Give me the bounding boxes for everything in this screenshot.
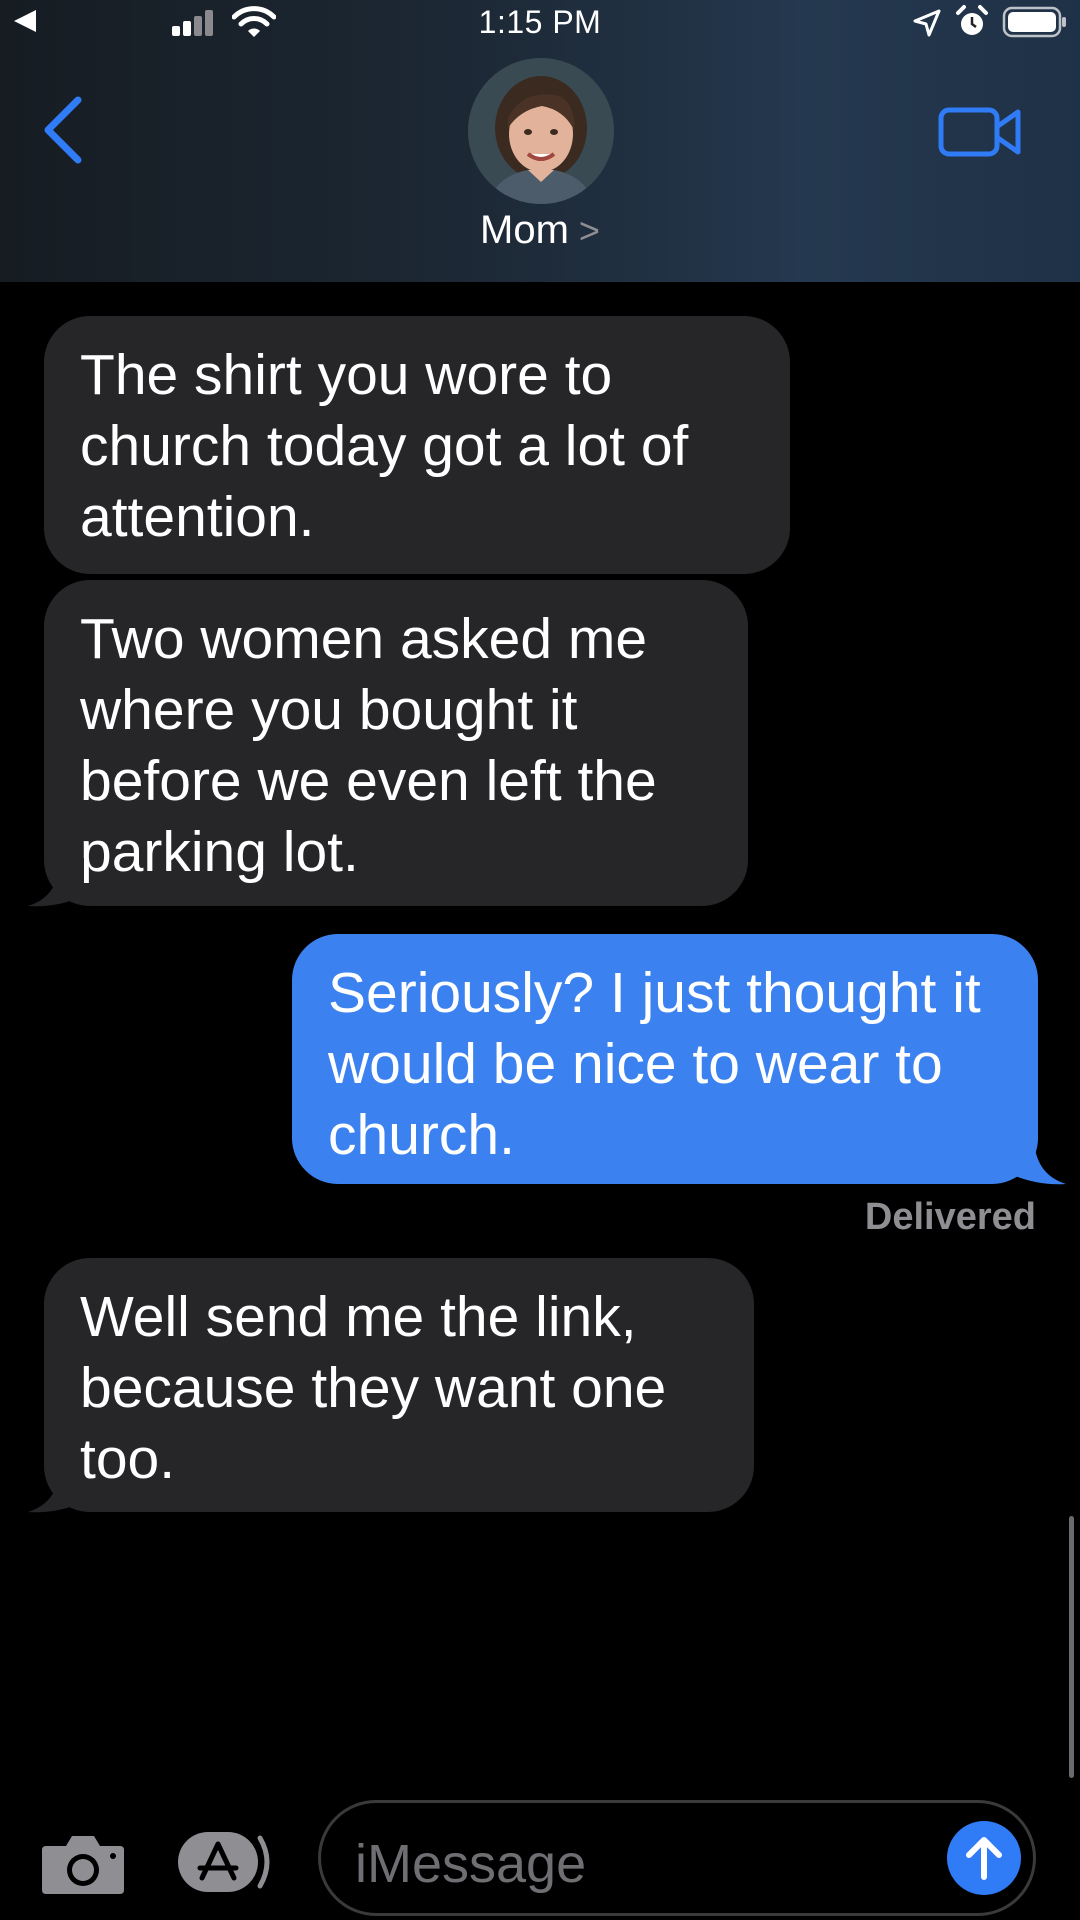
- avatar[interactable]: [468, 58, 614, 204]
- send-button[interactable]: [947, 1821, 1021, 1895]
- camera-icon[interactable]: [40, 1830, 126, 1896]
- status-bar: 1:15 PM: [0, 0, 1080, 46]
- alarm-clock-icon: [956, 5, 988, 35]
- message-bubble-received[interactable]: Well send me the link, because they want…: [44, 1258, 754, 1512]
- location-arrow-icon: [913, 9, 941, 37]
- message-bubble-received[interactable]: The shirt you wore to church today got a…: [44, 316, 790, 574]
- scroll-indicator[interactable]: [1069, 1516, 1074, 1778]
- message-input-bar: iMessage: [0, 1780, 1080, 1920]
- arrow-up-icon: [966, 1837, 1002, 1880]
- chevron-right-icon: >: [578, 210, 600, 251]
- conversation-header: 1:15 PM Mom >: [0, 0, 1080, 282]
- contact-name: Mom: [480, 208, 569, 252]
- chevron-left-icon[interactable]: [38, 94, 90, 166]
- bubble-tail: [28, 858, 84, 907]
- message-input[interactable]: iMessage: [318, 1800, 1036, 1916]
- bubble-tail: [28, 1464, 84, 1513]
- message-bubble-received[interactable]: Two women asked me where you bought it b…: [44, 580, 748, 906]
- message-bubble-sent[interactable]: Seriously? I just thought it would be ni…: [292, 934, 1038, 1184]
- message-input-placeholder: iMessage: [355, 1834, 587, 1894]
- battery-icon: [1002, 6, 1066, 38]
- delivery-status: Delivered: [864, 1196, 1036, 1238]
- contact-name-button[interactable]: Mom >: [0, 208, 1080, 253]
- video-camera-icon[interactable]: [938, 104, 1022, 160]
- app-store-icon[interactable]: [176, 1828, 276, 1896]
- bubble-tail: [1010, 1136, 1066, 1185]
